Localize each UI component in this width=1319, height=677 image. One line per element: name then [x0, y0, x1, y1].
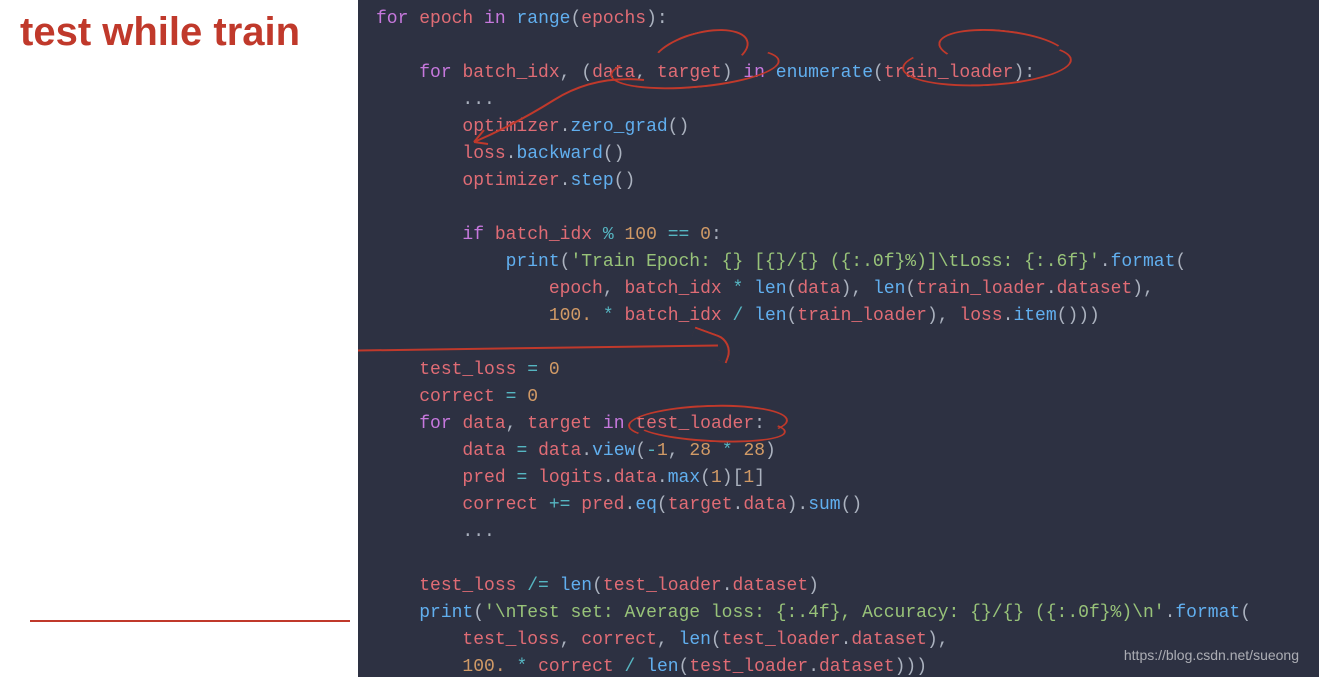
watermark-text: https://blog.csdn.net/sueong	[1124, 647, 1299, 663]
slide-sidebar: test while train	[0, 0, 358, 677]
code-editor: for epoch in range(epochs): for batch_id…	[358, 0, 1319, 677]
code-block: for epoch in range(epochs): for batch_id…	[376, 6, 1301, 677]
slide-title: test while train	[20, 10, 338, 54]
red-underline	[30, 620, 350, 622]
